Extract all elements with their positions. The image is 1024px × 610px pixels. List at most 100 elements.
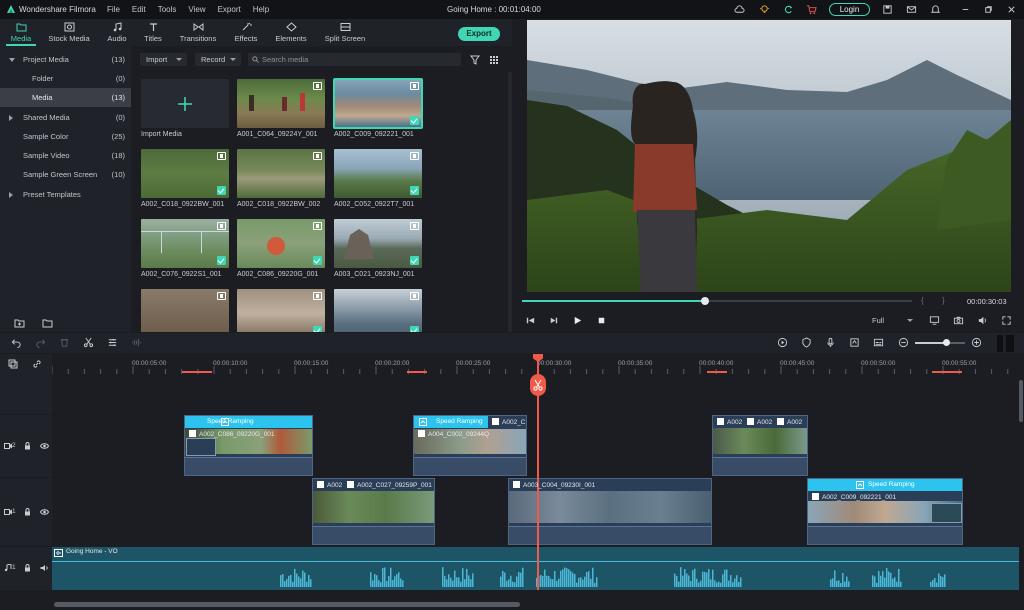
timeline-clip[interactable]: A002 A002_C027_09259P_001	[312, 478, 435, 545]
lightbulb-icon[interactable]	[759, 4, 770, 15]
menu-tools[interactable]: Tools	[158, 5, 177, 14]
lock-icon[interactable]	[24, 442, 31, 450]
lock-icon[interactable]	[24, 508, 31, 516]
cut-scissors-icon[interactable]	[83, 337, 94, 348]
folder-icon	[16, 23, 26, 32]
audio-clip[interactable]: Going Home - VO	[52, 547, 1019, 590]
filter-icon[interactable]	[470, 55, 480, 65]
link-icon[interactable]	[32, 359, 42, 369]
waveform-bar	[722, 574, 724, 587]
cart-icon[interactable]	[806, 4, 817, 15]
waveform-bar	[456, 577, 458, 587]
media-scrollbar[interactable]	[508, 72, 512, 332]
zoom-out-icon[interactable]	[898, 337, 909, 348]
tab-titles[interactable]: Titles	[138, 19, 168, 46]
timeline-clip[interactable]: A002 A002 A002	[712, 415, 808, 476]
open-folder-icon[interactable]	[42, 318, 53, 328]
clip-keyframe	[186, 438, 216, 456]
undo-icon[interactable]	[11, 337, 22, 348]
sidebar-item-sample-color[interactable]: Sample Color (25)	[0, 127, 131, 146]
snapshot-camera-icon[interactable]	[953, 315, 964, 326]
microphone-icon[interactable]	[825, 337, 836, 348]
mark-in-bracket[interactable]: {	[921, 296, 924, 305]
menu-file[interactable]: File	[107, 5, 120, 14]
tab-split-screen[interactable]: Split Screen	[322, 19, 368, 46]
timeline-vscrollbar[interactable]	[1019, 380, 1023, 422]
play-pause-icon[interactable]	[548, 315, 559, 326]
sidebar-item-project-media[interactable]: Project Media (13)	[0, 50, 131, 69]
voiceover-icon[interactable]	[849, 337, 860, 348]
tab-transitions[interactable]: Transitions	[176, 19, 220, 46]
zoom-slider-knob[interactable]	[943, 339, 950, 346]
lock-icon[interactable]	[24, 564, 31, 572]
add-track-icon[interactable]	[8, 359, 18, 369]
delete-icon[interactable]	[59, 337, 70, 348]
zoom-dropdown[interactable]: Full	[868, 314, 916, 327]
previous-frame-icon[interactable]	[525, 315, 536, 326]
display-icon[interactable]	[929, 315, 940, 326]
new-folder-icon[interactable]	[14, 318, 25, 328]
grid-view-icon[interactable]	[489, 55, 499, 65]
sidebar-item-sample-video[interactable]: Sample Video (18)	[0, 146, 131, 165]
tab-stock-media[interactable]: Stock Media	[44, 19, 94, 46]
cloud-icon[interactable]	[734, 4, 745, 15]
tab-audio[interactable]: Audio	[100, 19, 134, 46]
waveform-bar	[676, 575, 678, 587]
timeline-clip[interactable]: Speed Ramping A002_C009_092221_001	[807, 478, 963, 545]
razor-cut-handle[interactable]	[530, 374, 546, 396]
redo-icon[interactable]	[35, 337, 46, 348]
render-icon[interactable]	[777, 337, 788, 348]
export-button[interactable]: Export	[458, 27, 500, 41]
volume-icon[interactable]	[977, 315, 988, 326]
waveform-bar	[696, 578, 698, 587]
subtitle-icon[interactable]	[873, 337, 884, 348]
minimize-icon[interactable]	[960, 4, 971, 15]
eye-icon[interactable]	[40, 442, 49, 450]
import-dropdown[interactable]: Import	[140, 53, 187, 66]
waveform-bar	[370, 572, 372, 587]
search-input[interactable]	[262, 53, 452, 66]
speaker-icon[interactable]	[40, 564, 49, 572]
mail-icon[interactable]	[906, 4, 917, 15]
maximize-icon[interactable]	[983, 4, 994, 15]
record-dropdown[interactable]: Record	[195, 53, 241, 66]
speed-ramping-icon	[419, 418, 427, 426]
layout-toggle-left[interactable]	[997, 335, 1003, 352]
waveform-bar	[402, 580, 404, 587]
stop-icon[interactable]	[596, 315, 607, 326]
sidebar-item-shared-media[interactable]: Shared Media (0)	[0, 108, 131, 127]
notification-bell-icon[interactable]	[930, 4, 941, 15]
menu-edit[interactable]: Edit	[132, 5, 146, 14]
sidebar-item-folder[interactable]: Folder (0)	[0, 69, 131, 88]
adjust-icon[interactable]	[107, 337, 118, 348]
login-button[interactable]: Login	[829, 3, 870, 16]
waveform-bar	[384, 567, 386, 587]
audio-volume-line[interactable]	[52, 561, 1019, 562]
menu-export[interactable]: Export	[218, 5, 241, 14]
menu-help[interactable]: Help	[253, 5, 269, 14]
sync-icon[interactable]	[783, 4, 794, 15]
video-viewer[interactable]	[527, 20, 1011, 292]
sidebar-item-sample-green-screen[interactable]: Sample Green Screen (10)	[0, 165, 131, 184]
marker-shield-icon[interactable]	[801, 337, 812, 348]
zoom-in-icon[interactable]	[971, 337, 982, 348]
checkmark-icon	[410, 186, 419, 195]
close-icon[interactable]	[1006, 4, 1017, 15]
tab-media[interactable]: Media	[2, 19, 40, 46]
layout-toggle-right[interactable]	[1006, 335, 1014, 352]
menu-view[interactable]: View	[188, 5, 205, 14]
play-icon[interactable]	[572, 315, 583, 326]
timeline-clip[interactable]: Speed Ramping A002_C086_09220G_001	[184, 415, 313, 476]
tab-elements[interactable]: Elements	[272, 19, 310, 46]
save-icon[interactable]	[882, 4, 893, 15]
eye-icon[interactable]	[40, 508, 49, 516]
timeline-hscrollbar[interactable]	[54, 602, 520, 607]
sidebar-item-preset-templates[interactable]: Preset Templates	[0, 185, 131, 204]
audio-wave-icon[interactable]	[131, 337, 142, 348]
fullscreen-icon[interactable]	[1001, 315, 1012, 326]
timeline-clip[interactable]: Speed Ramping A004_C002_09244Q A002_C	[413, 415, 527, 476]
waveform-bar	[730, 575, 732, 587]
tab-effects[interactable]: Effects	[230, 19, 262, 46]
mark-out-bracket[interactable]: }	[942, 296, 945, 305]
sidebar-item-media[interactable]: Media (13)	[0, 88, 131, 107]
